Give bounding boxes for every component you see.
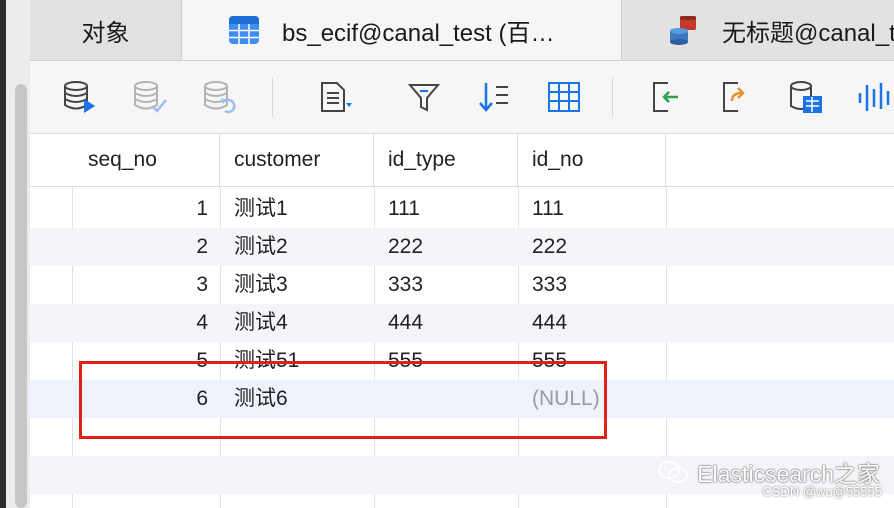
toolbar [30, 61, 894, 134]
table-row[interactable]: 4 测试4 444 444 [30, 304, 894, 342]
cell-customer[interactable]: 测试3 [220, 266, 374, 304]
cell-id-type[interactable]: 111 [374, 190, 518, 228]
watermark-credit: CSDN @wu@55555 [762, 484, 882, 499]
table-row[interactable]: 5 测试51 555 555 [30, 342, 894, 380]
toolbar-separator [612, 77, 613, 117]
column-header-seq-no[interactable]: seq_no [74, 134, 220, 186]
cell-seq-no[interactable]: 6 [74, 380, 220, 418]
column-header-customer[interactable]: customer [220, 134, 374, 186]
table-row[interactable]: 3 测试3 333 333 [30, 266, 894, 304]
tab-bar: 对象 bs_ecif@canal_test (百… 无标题@canal_t [30, 0, 894, 61]
toolbar-separator [272, 77, 273, 117]
cell-id-type[interactable] [374, 380, 518, 418]
cell-customer[interactable]: 测试51 [220, 342, 374, 380]
table-row[interactable]: 2 测试2 222 222 [30, 228, 894, 266]
commit-icon[interactable] [132, 79, 168, 115]
cell-customer[interactable]: 测试2 [220, 228, 374, 266]
cell-id-no[interactable]: 333 [518, 266, 666, 304]
cell-seq-no[interactable]: 5 [74, 342, 220, 380]
cell-id-type[interactable]: 222 [374, 228, 518, 266]
table-row[interactable]: 6 测试6 (NULL) [30, 380, 894, 418]
tab-untitled-label: 无标题@canal_t [722, 19, 894, 47]
data-grid: seq_no customer id_type id_no 1 测试1 111 … [30, 134, 894, 508]
tab-table-label: bs_ecif@canal_test (百… [282, 19, 555, 47]
cell-customer[interactable]: 测试6 [220, 380, 374, 418]
cell-id-type[interactable]: 444 [374, 304, 518, 342]
cell-seq-no[interactable]: 3 [74, 266, 220, 304]
side-scrollbar-track[interactable] [6, 0, 31, 508]
grid-header: seq_no customer id_type id_no [30, 134, 894, 187]
cell-id-no-null[interactable]: (NULL) [518, 380, 666, 418]
cell-id-type[interactable]: 555 [374, 342, 518, 380]
column-header-id-type[interactable]: id_type [374, 134, 518, 186]
rollback-icon[interactable] [202, 79, 238, 115]
data-generator-icon[interactable] [788, 79, 824, 115]
table-row[interactable]: 1 测试1 111 111 [30, 190, 894, 228]
cell-id-no[interactable]: 444 [518, 304, 666, 342]
tab-untitled-query[interactable]: 无标题@canal_t [622, 0, 894, 60]
grid-view-icon[interactable] [546, 79, 582, 115]
side-scrollbar-thumb[interactable] [15, 84, 27, 508]
cell-id-no[interactable]: 222 [518, 228, 666, 266]
cell-seq-no[interactable]: 4 [74, 304, 220, 342]
column-header-id-no[interactable]: id_no [518, 134, 666, 186]
begin-transaction-icon[interactable] [62, 79, 98, 115]
sort-icon[interactable] [476, 79, 512, 115]
wechat-icon [658, 461, 689, 483]
table-icon [229, 16, 259, 44]
cell-id-no[interactable]: 111 [518, 190, 666, 228]
filter-icon[interactable] [406, 79, 442, 115]
cell-id-type[interactable]: 333 [374, 266, 518, 304]
text-view-icon[interactable] [318, 79, 354, 115]
import-icon[interactable] [648, 79, 684, 115]
cell-seq-no[interactable]: 2 [74, 228, 220, 266]
tab-table-bs-ecif[interactable]: bs_ecif@canal_test (百… [182, 0, 622, 60]
export-icon[interactable] [718, 79, 754, 115]
cell-customer[interactable]: 测试1 [220, 190, 374, 228]
cell-customer[interactable]: 测试4 [220, 304, 374, 342]
cell-id-no[interactable]: 555 [518, 342, 666, 380]
query-icon [670, 16, 696, 45]
tab-objects[interactable]: 对象 [30, 0, 182, 60]
tab-objects-label: 对象 [81, 19, 130, 47]
cell-seq-no[interactable]: 1 [74, 190, 220, 228]
stats-icon[interactable] [856, 79, 892, 115]
